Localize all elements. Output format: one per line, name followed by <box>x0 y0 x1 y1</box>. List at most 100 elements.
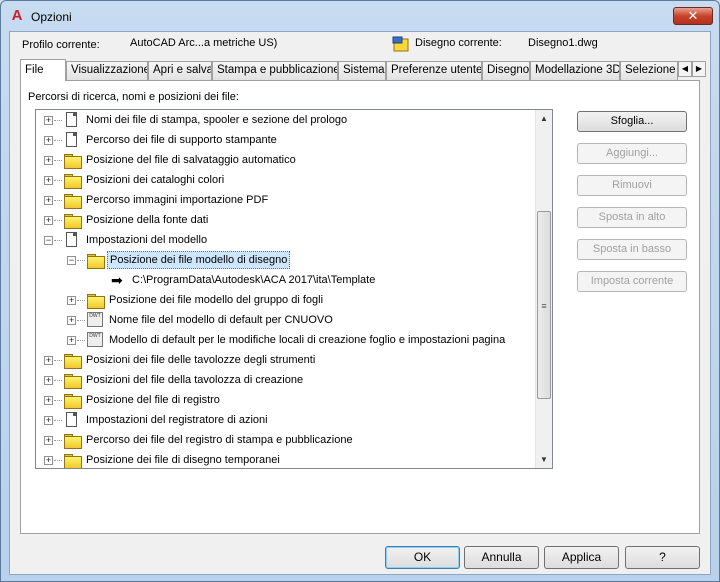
tab-stampa-e-pubblicazione[interactable]: Stampa e pubblicazione <box>212 61 338 80</box>
close-button[interactable]: ✕ <box>673 7 713 25</box>
ok-button[interactable]: OK <box>385 546 460 569</box>
expand-icon[interactable]: + <box>67 296 76 305</box>
tab-visualizzazione[interactable]: Visualizzazione <box>66 61 148 80</box>
document-stack-icon <box>66 232 77 247</box>
tree-item[interactable]: + DWT Nome file del modello di default p… <box>36 310 536 330</box>
tree-item[interactable]: + Posizione del file di registro <box>36 390 536 410</box>
tree-item-label: Posizione della fonte dati <box>86 214 209 226</box>
remove-button[interactable]: Rimuovi <box>577 175 687 196</box>
set-current-button[interactable]: Imposta corrente <box>577 271 687 292</box>
options-dialog: A Opzioni ✕ Profilo corrente: AutoCAD Ar… <box>0 0 720 582</box>
expand-icon[interactable]: + <box>44 196 53 205</box>
expand-icon[interactable]: + <box>44 156 53 165</box>
folder-icon <box>64 393 82 409</box>
help-button[interactable]: ? <box>625 546 700 569</box>
tree-item[interactable]: + Posizione dei file modello del gruppo … <box>36 290 536 310</box>
expand-icon[interactable]: + <box>67 336 76 345</box>
autocad-app-icon[interactable]: A <box>9 8 25 24</box>
folder-icon <box>64 193 82 209</box>
expand-icon[interactable]: + <box>44 416 53 425</box>
tab-scroll-left-icon[interactable]: ◀ <box>678 61 692 77</box>
tab-apri-e-salva[interactable]: Apri e salva <box>148 61 212 80</box>
tree-item[interactable]: + Percorso dei file di supporto stampant… <box>36 130 536 150</box>
tree-item[interactable]: + Percorso immagini importazione PDF <box>36 190 536 210</box>
scroll-up-icon[interactable]: ▲ <box>536 110 552 127</box>
tree-item[interactable]: ➡ C:\ProgramData\Autodesk\ACA 2017\ita\T… <box>36 270 536 290</box>
tree-item[interactable]: + Impostazioni del registratore di azion… <box>36 410 536 430</box>
arrow-icon: ➡ <box>111 272 123 288</box>
tab-preferenze-utente[interactable]: Preferenze utente <box>386 61 482 80</box>
move-down-button[interactable]: Sposta in basso <box>577 239 687 260</box>
expand-icon[interactable]: + <box>44 176 53 185</box>
tree-item[interactable]: + Posizioni dei file delle tavolozze deg… <box>36 350 536 370</box>
tab-selezione[interactable]: Selezione <box>620 61 678 80</box>
expand-icon[interactable]: + <box>44 436 53 445</box>
expand-icon[interactable]: + <box>44 216 53 225</box>
search-paths-tree[interactable]: + Nomi dei file di stampa, spooler e sez… <box>35 109 553 469</box>
title-bar[interactable]: A Opzioni ✕ <box>1 1 719 31</box>
tree-connector <box>77 320 85 321</box>
tree-item[interactable]: + DWT Modello di default per le modifich… <box>36 330 536 350</box>
tree-item[interactable]: + Posizione del file di salvataggio auto… <box>36 150 536 170</box>
tab-modellazione-3d[interactable]: Modellazione 3D <box>530 61 620 80</box>
tree-item-label: Posizione del file di salvataggio automa… <box>86 154 296 166</box>
dwt-icon: DWT <box>87 312 103 327</box>
tree-item[interactable]: + Posizione dei file di disegno temporan… <box>36 450 536 468</box>
tree-item[interactable]: + Percorso dei file del registro di stam… <box>36 430 536 450</box>
tree-item-label: Posizioni del file della tavolozza di cr… <box>86 374 304 386</box>
expand-icon[interactable]: + <box>44 356 53 365</box>
expand-icon[interactable]: + <box>44 376 53 385</box>
scroll-down-icon[interactable]: ▼ <box>536 451 552 468</box>
tab-scroll-right-icon[interactable]: ▶ <box>692 61 706 77</box>
document-icon <box>66 132 77 147</box>
scroll-thumb[interactable]: ≡ <box>537 211 551 399</box>
current-profile-value: AutoCAD Arc...a metriche US) <box>130 37 278 49</box>
tree-item[interactable]: + Posizioni dei cataloghi colori <box>36 170 536 190</box>
expand-icon[interactable]: + <box>67 316 76 325</box>
tree-connector <box>54 240 62 241</box>
collapse-icon[interactable]: − <box>67 256 76 265</box>
tab-file[interactable]: File <box>20 59 66 81</box>
file-tab-panel: Percorsi di ricerca, nomi e posizioni de… <box>20 80 700 534</box>
expand-icon[interactable]: + <box>44 456 53 465</box>
tree-connector <box>77 300 85 301</box>
tree-item-label: Nome file del modello di default per CNU… <box>109 314 333 326</box>
move-up-button[interactable]: Sposta in alto <box>577 207 687 228</box>
expand-icon[interactable]: + <box>44 396 53 405</box>
folder-icon <box>64 433 82 449</box>
tree-item[interactable]: + Nomi dei file di stampa, spooler e sez… <box>36 110 536 130</box>
browse-button[interactable]: Sfoglia... <box>577 111 687 132</box>
add-button[interactable]: Aggiungi... <box>577 143 687 164</box>
folder-icon <box>64 213 82 229</box>
tree-connector <box>54 420 62 421</box>
tree-connector <box>77 260 85 261</box>
tree-item-label: Modello di default per le modifiche loca… <box>109 334 506 346</box>
expand-icon[interactable]: + <box>44 136 53 145</box>
dialog-client-area: Profilo corrente: AutoCAD Arc...a metric… <box>9 31 711 575</box>
expand-icon[interactable]: + <box>44 116 53 125</box>
tree-item-label: Posizione dei file modello di disegno <box>107 251 291 269</box>
current-profile-label: Profilo corrente: <box>22 39 100 51</box>
cancel-button[interactable]: Annulla <box>464 546 539 569</box>
tab-sistema[interactable]: Sistema <box>338 61 386 80</box>
tree-item[interactable]: − Impostazioni del modello <box>36 230 536 250</box>
tree-item-label: Percorso immagini importazione PDF <box>86 194 269 206</box>
tree-item[interactable]: + Posizione della fonte dati <box>36 210 536 230</box>
folder-icon <box>64 373 82 389</box>
tree-scrollbar[interactable]: ▲ ≡ ▼ <box>535 110 552 468</box>
folder-icon <box>64 153 82 169</box>
tree-connector <box>54 220 62 221</box>
tree-item-label: Posizioni dei cataloghi colori <box>86 174 225 186</box>
tab-disegno[interactable]: Disegno <box>482 61 530 80</box>
drawing-file-icon <box>392 36 409 52</box>
tab-strip: File Visualizzazione Apri e salva Stampa… <box>20 59 706 81</box>
tree-item-label: Percorso dei file del registro di stampa… <box>86 434 353 446</box>
apply-button[interactable]: Applica <box>544 546 619 569</box>
tree-item-selected[interactable]: − Posizione dei file modello di disegno <box>36 250 536 270</box>
tree-item[interactable]: + Posizioni del file della tavolozza di … <box>36 370 536 390</box>
section-label: Percorsi di ricerca, nomi e posizioni de… <box>28 91 239 103</box>
tree-item-label: Impostazioni del modello <box>86 234 208 246</box>
collapse-icon[interactable]: − <box>44 236 53 245</box>
profile-row: Profilo corrente: AutoCAD Arc...a metric… <box>10 32 712 58</box>
tree-connector <box>54 200 62 201</box>
